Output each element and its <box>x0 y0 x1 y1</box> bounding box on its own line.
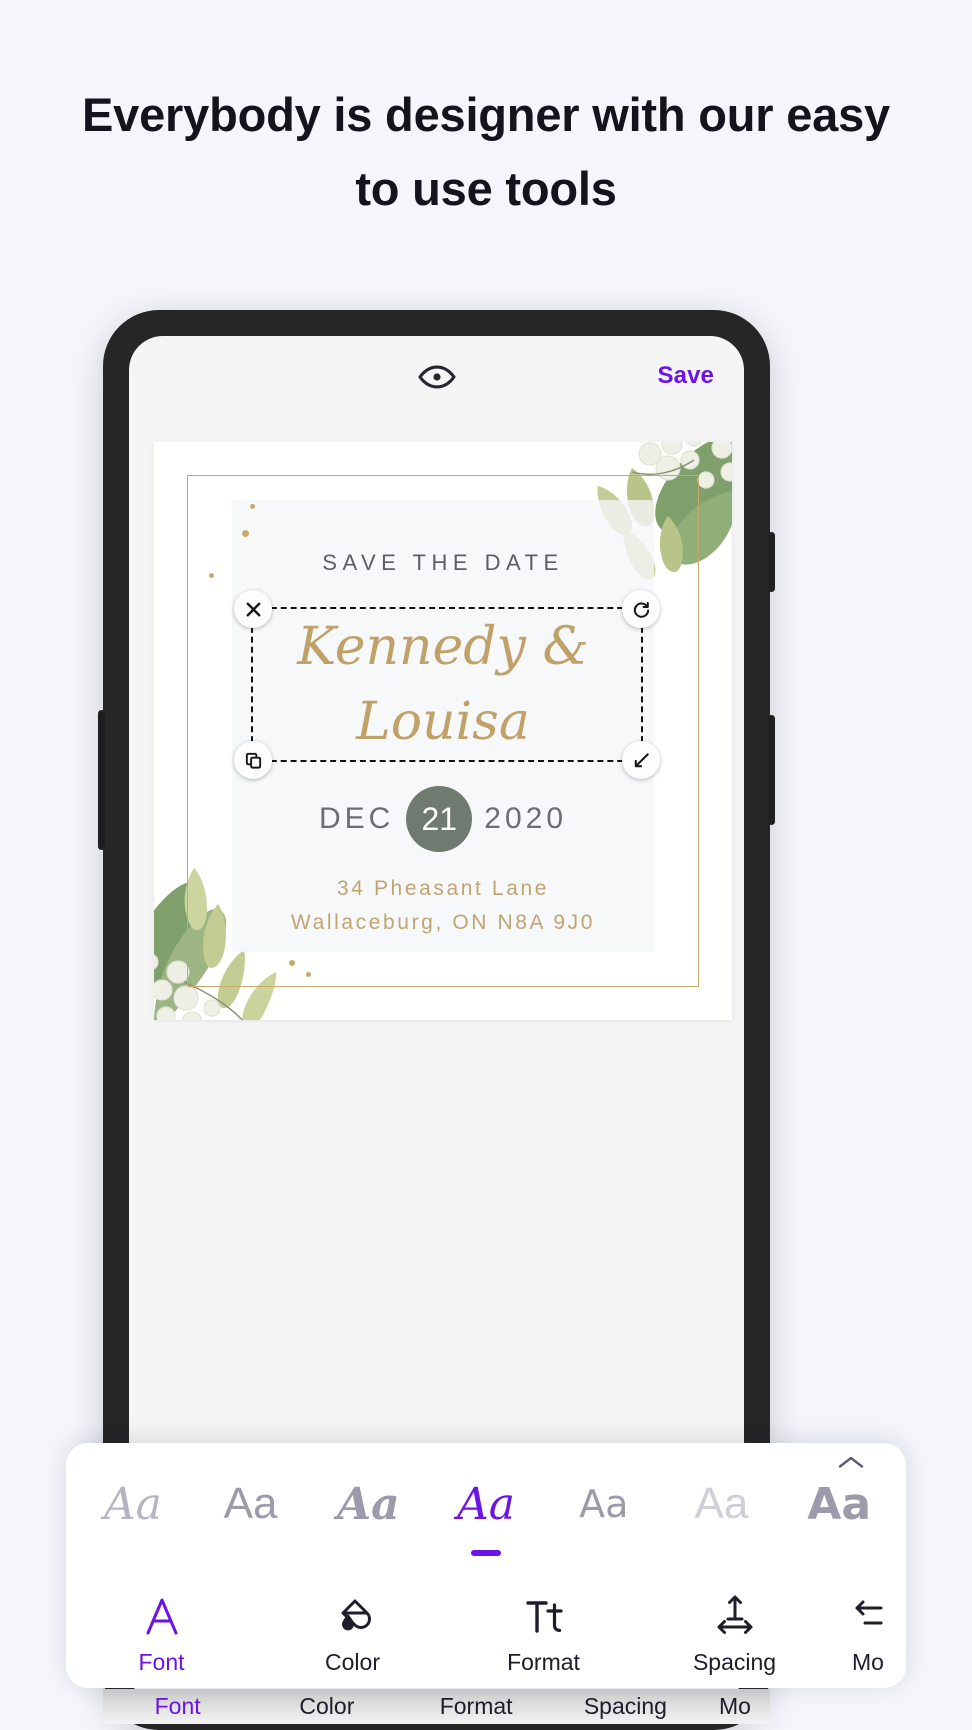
invitation-card[interactable]: SAVE THE DATE Kennedy & Louisa DEC 21 20… <box>154 442 732 1020</box>
app-top-bar: Save <box>129 336 744 418</box>
strip-label-format[interactable]: Format <box>402 1693 551 1720</box>
font-option-2[interactable]: Aa <box>309 1479 427 1530</box>
tool-spacing-label: Spacing <box>692 1649 777 1675</box>
font-option-3-selected[interactable]: Aa <box>427 1479 545 1530</box>
card-address-line-2: Wallaceburg, ON N8A 9J0 <box>290 911 596 935</box>
card-date-day: 21 <box>406 786 473 852</box>
close-icon <box>246 602 260 616</box>
tool-color-label: Color <box>325 1649 380 1675</box>
decor-dot <box>250 504 255 509</box>
bottom-label-strip: Font Color Format Spacing Mo <box>103 1689 770 1724</box>
preview-eye-icon[interactable] <box>417 363 457 391</box>
card-date-month: DEC <box>318 802 395 835</box>
duplicate-icon <box>245 752 261 769</box>
tool-font-label: Font <box>138 1649 185 1675</box>
rotate-handle[interactable] <box>622 590 660 628</box>
decor-dot <box>306 972 311 977</box>
phone-volume-button <box>768 532 775 592</box>
page-title: Everybody is designer with our easy to u… <box>82 88 890 216</box>
text-editor-bottom-sheet: Aa Aa Aa Aa Aa Aa Aa Font Color Format S… <box>66 1443 906 1688</box>
strip-label-spacing[interactable]: Spacing <box>551 1693 700 1720</box>
font-option-4[interactable]: Aa <box>545 1482 663 1526</box>
spacing-arrows-icon <box>639 1593 830 1639</box>
delete-handle[interactable] <box>234 590 272 628</box>
phone-power-button <box>768 715 775 825</box>
card-address-line-1: 34 Pheasant Lane <box>336 877 550 900</box>
paint-drop-icon <box>257 1593 448 1639</box>
text-tool-bar: Font Color Format Spacing Mo <box>66 1565 906 1688</box>
font-letter-a-icon <box>66 1593 257 1639</box>
text-selection-box[interactable] <box>234 590 660 779</box>
rotate-icon <box>633 601 649 618</box>
duplicate-handle[interactable] <box>234 741 272 779</box>
tool-font[interactable]: Font <box>66 1593 257 1676</box>
strip-label-font[interactable]: Font <box>103 1693 252 1720</box>
strip-label-color[interactable]: Color <box>252 1693 401 1720</box>
strip-label-more[interactable]: Mo <box>700 1693 770 1720</box>
chevron-up-icon[interactable] <box>838 1455 864 1469</box>
font-style-picker[interactable]: Aa Aa Aa Aa Aa Aa Aa <box>66 1443 906 1565</box>
font-option-5[interactable]: Aa <box>663 1479 781 1529</box>
font-option-6[interactable]: Aa <box>780 1479 898 1530</box>
decor-dot <box>242 530 249 537</box>
tool-color[interactable]: Color <box>257 1593 448 1676</box>
resize-handle[interactable] <box>622 741 660 779</box>
more-arrows-icon <box>830 1593 906 1639</box>
tool-spacing[interactable]: Spacing <box>639 1593 830 1676</box>
resize-icon <box>634 752 649 767</box>
tool-more[interactable]: Mo <box>830 1593 906 1676</box>
tool-format[interactable]: Format <box>448 1593 639 1676</box>
text-format-tt-icon <box>448 1593 639 1639</box>
tool-format-label: Format <box>507 1649 580 1675</box>
font-option-1[interactable]: Aa <box>192 1479 310 1529</box>
phone-side-button-left <box>98 710 105 850</box>
card-date-row[interactable]: DEC 21 2020 <box>154 786 732 852</box>
card-address[interactable]: 34 Pheasant Lane Wallaceburg, ON N8A 9J0 <box>154 872 732 940</box>
tool-more-label: Mo <box>852 1649 884 1675</box>
card-date-year: 2020 <box>484 802 568 835</box>
font-option-0[interactable]: Aa <box>74 1479 192 1530</box>
decor-dot <box>289 960 295 966</box>
save-button[interactable]: Save <box>658 362 714 390</box>
card-eyebrow-text[interactable]: SAVE THE DATE <box>154 550 732 576</box>
